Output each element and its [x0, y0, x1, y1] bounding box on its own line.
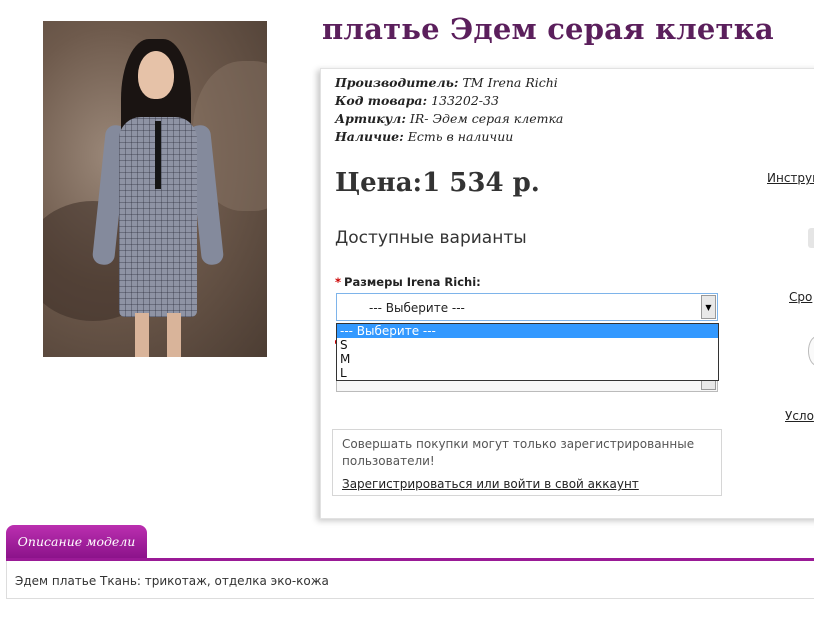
dropdown-option[interactable]: L: [337, 366, 718, 380]
login-link[interactable]: Зарегистрироваться или войти в свой акка…: [342, 476, 712, 493]
required-mark: *: [335, 275, 342, 289]
product-price: Цена:1 534 р.: [335, 168, 540, 198]
product-image[interactable]: [43, 21, 267, 357]
product-title: платье Эдем серая клетка: [322, 12, 774, 46]
model-face: [138, 51, 174, 99]
detail-availability: Наличие: Есть в наличии: [335, 129, 514, 144]
instructions-link[interactable]: Инструк: [767, 171, 814, 185]
hidden-select[interactable]: [336, 380, 718, 392]
terms-link[interactable]: Усло: [785, 409, 814, 423]
availability-value: Есть в наличии: [407, 129, 514, 144]
detail-product-code: Код товара: 133202-33: [335, 93, 499, 108]
options-heading: Доступные варианты: [335, 228, 527, 248]
delivery-link[interactable]: Сро: [789, 290, 812, 304]
size-label-text: Размеры Irena Richi:: [344, 275, 481, 289]
dropdown-option[interactable]: M: [337, 352, 718, 366]
detail-manufacturer: Производитель: TM Irena Richi: [335, 75, 558, 90]
model-leg: [167, 313, 181, 357]
notice-text: Совершать покупки могут только зарегистр…: [342, 437, 695, 468]
size-select-value: --- Выберите ---: [369, 301, 465, 315]
chevron-down-icon[interactable]: ▼: [701, 295, 716, 319]
dress-zipper: [155, 121, 161, 189]
detail-article: Артикул: IR- Эдем серая клетка: [335, 111, 564, 126]
size-select[interactable]: --- Выберите --- ▼: [336, 293, 718, 321]
product-code-value: 133202-33: [431, 93, 499, 108]
product-details: Производитель: TM Irena Richi Код товара…: [335, 74, 563, 146]
model-leg: [135, 313, 149, 357]
dropdown-option[interactable]: --- Выберите ---: [337, 324, 718, 338]
chevron-down-icon[interactable]: [701, 380, 716, 390]
size-dropdown-list[interactable]: --- Выберите --- S M L: [336, 323, 719, 381]
article-value: IR- Эдем серая клетка: [409, 111, 564, 126]
manufacturer-value: TM Irena Richi: [462, 75, 558, 90]
tab-description[interactable]: Описание модели: [6, 525, 147, 559]
description-text: Эдем платье Ткань: трикотаж, отделка эко…: [15, 574, 329, 588]
registration-notice: Совершать покупки могут только зарегистр…: [332, 429, 722, 496]
side-icon: [808, 228, 814, 248]
size-label: * Размеры Irena Richi:: [335, 275, 481, 289]
dropdown-option[interactable]: S: [337, 338, 718, 352]
